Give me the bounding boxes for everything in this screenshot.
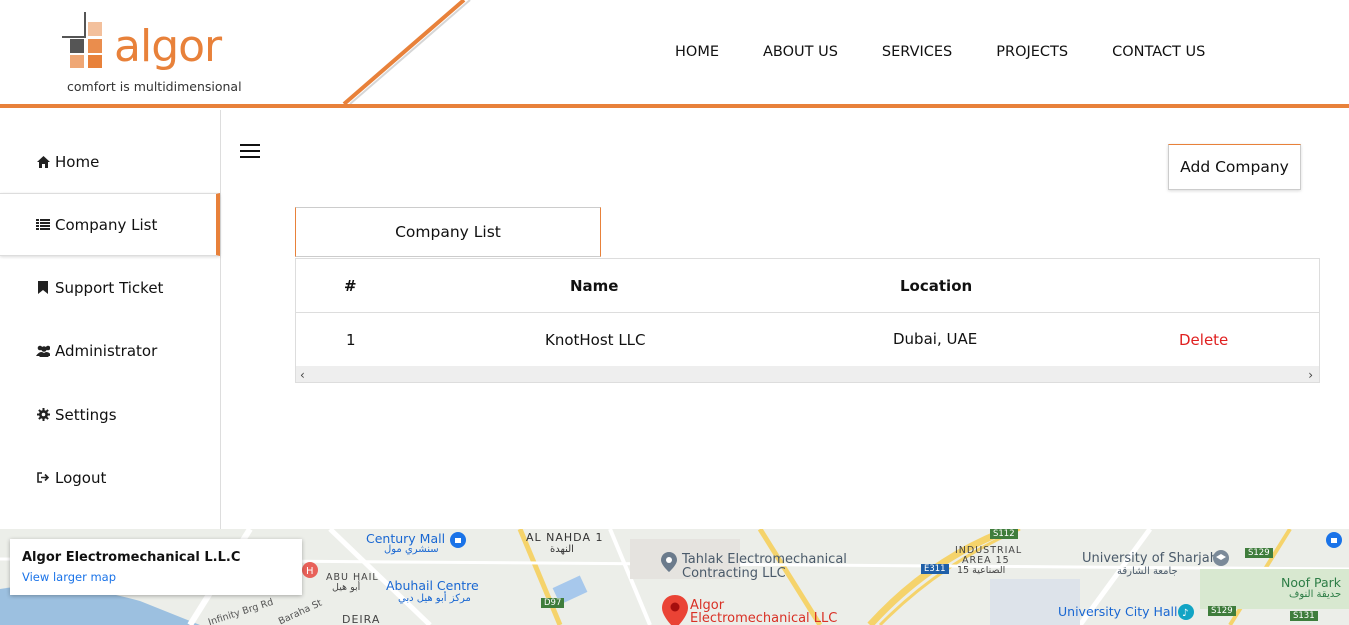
home-icon xyxy=(36,155,50,169)
map-label: Contracting LLC xyxy=(682,566,786,581)
map-label: Tahlak Electromechanical xyxy=(682,552,847,567)
sidebar-item-label: Settings xyxy=(55,405,117,424)
column-header-location: Location xyxy=(900,277,973,295)
nav-projects[interactable]: PROJECTS xyxy=(996,44,1068,60)
sidebar-item-settings[interactable]: Settings xyxy=(0,383,220,446)
tab-company-list[interactable]: Company List xyxy=(295,207,601,257)
site-header: algor comfort is multidimensional HOME A… xyxy=(0,0,1349,110)
map-label: Electromechanical LLC xyxy=(690,611,838,625)
map-label: AL NAHDA 1 xyxy=(526,531,604,544)
map-card-title: Algor Electromechanical L.L.C xyxy=(22,550,241,565)
company-table: # Name Location 1 KnotHost LLC Dubai, UA… xyxy=(295,258,1320,383)
nav-contact-us[interactable]: CONTACT US xyxy=(1112,44,1205,60)
map-label: DEIRA xyxy=(342,613,381,625)
cell-location: Dubai, UAE xyxy=(893,330,978,348)
sidebar-item-label: Logout xyxy=(55,468,107,487)
nav-home[interactable]: HOME xyxy=(675,44,719,60)
row-divider xyxy=(296,312,1319,313)
add-company-button[interactable]: Add Company xyxy=(1168,144,1301,190)
sidebar-item-support-ticket[interactable]: Support Ticket xyxy=(0,256,220,319)
map-label: University City Hall xyxy=(1058,604,1178,619)
road-shield: E311 xyxy=(921,564,949,574)
road-shield: D97 xyxy=(541,598,565,608)
sidebar-item-administrator[interactable]: Administrator xyxy=(0,319,220,382)
logo-wordmark: algor xyxy=(114,21,222,72)
sidebar-item-label: Administrator xyxy=(55,341,158,360)
logo-tagline: comfort is multidimensional xyxy=(67,79,242,94)
sidebar-item-label: Home xyxy=(55,152,100,171)
hospital-pin-icon[interactable]: H xyxy=(302,562,318,578)
sidebar-item-label: Support Ticket xyxy=(55,278,164,297)
map-label: سنشري مول xyxy=(384,544,439,555)
map-label: Abuhail Centre xyxy=(386,578,479,593)
column-header-number: # xyxy=(344,277,357,295)
delete-button[interactable]: Delete xyxy=(1179,331,1228,349)
map-label: Noof Park xyxy=(1281,575,1342,590)
map-marker-icon[interactable] xyxy=(662,595,688,625)
road-shield: S129 xyxy=(1208,606,1236,616)
road-shield: S112 xyxy=(990,529,1018,539)
map-label: مركز أبو هيل دبي xyxy=(398,593,471,604)
map-info-card: Algor Electromechanical L.L.C View large… xyxy=(10,539,302,595)
shopping-pin-icon[interactable] xyxy=(450,532,466,548)
sidebar-item-company-list[interactable]: Company List xyxy=(0,193,220,256)
sidebar-item-home[interactable]: Home xyxy=(0,130,220,193)
road-shield: S129 xyxy=(1245,548,1273,558)
column-header-name: Name xyxy=(570,277,619,295)
nav-about-us[interactable]: ABOUT US xyxy=(763,44,838,60)
logout-icon xyxy=(36,471,50,485)
music-pin-icon[interactable]: ♪ xyxy=(1178,604,1194,620)
gear-icon xyxy=(36,408,50,422)
logo[interactable]: algor comfort is multidimensional xyxy=(62,12,242,98)
main-nav: HOME ABOUT US SERVICES PROJECTS CONTACT … xyxy=(675,44,1249,60)
svg-text:H: H xyxy=(306,566,314,577)
logo-mark-icon xyxy=(62,12,102,68)
svg-text:♪: ♪ xyxy=(1182,608,1188,619)
nav-services[interactable]: SERVICES xyxy=(882,44,952,60)
view-larger-map-link[interactable]: View larger map xyxy=(22,570,116,584)
school-pin-icon[interactable] xyxy=(1213,550,1229,566)
menu-toggle-icon[interactable] xyxy=(240,144,260,159)
map-label: University of Sharjah xyxy=(1082,551,1218,566)
shopping-pin-icon[interactable] xyxy=(1326,532,1342,548)
cell-name: KnotHost LLC xyxy=(545,331,646,349)
header-divider xyxy=(0,104,1349,108)
scroll-left-icon[interactable]: ‹ xyxy=(300,368,305,382)
scroll-right-icon[interactable]: › xyxy=(1308,368,1313,382)
users-icon xyxy=(36,344,50,358)
place-pin-icon[interactable] xyxy=(661,552,677,572)
map-label: جامعة الشارقة xyxy=(1117,566,1178,577)
map-label: الصناعية 15 xyxy=(957,565,1006,576)
horizontal-scrollbar[interactable]: ‹ › xyxy=(296,366,1319,382)
cell-number: 1 xyxy=(346,331,356,349)
map-label: أبو هيل xyxy=(332,582,361,593)
sidebar-item-label: Company List xyxy=(55,215,158,234)
list-icon xyxy=(36,218,50,232)
embedded-map[interactable]: Century Mall سنشري مول AL NAHDA 1 النهدة… xyxy=(0,529,1349,625)
map-label: النهدة xyxy=(550,544,574,555)
sidebar-item-logout[interactable]: Logout xyxy=(0,446,220,509)
bookmark-icon xyxy=(36,281,50,295)
sidebar: Home Company List Support Ticket Adminis… xyxy=(0,110,221,529)
map-label: حديقة النوف xyxy=(1289,589,1342,600)
road-shield: S131 xyxy=(1290,611,1318,621)
